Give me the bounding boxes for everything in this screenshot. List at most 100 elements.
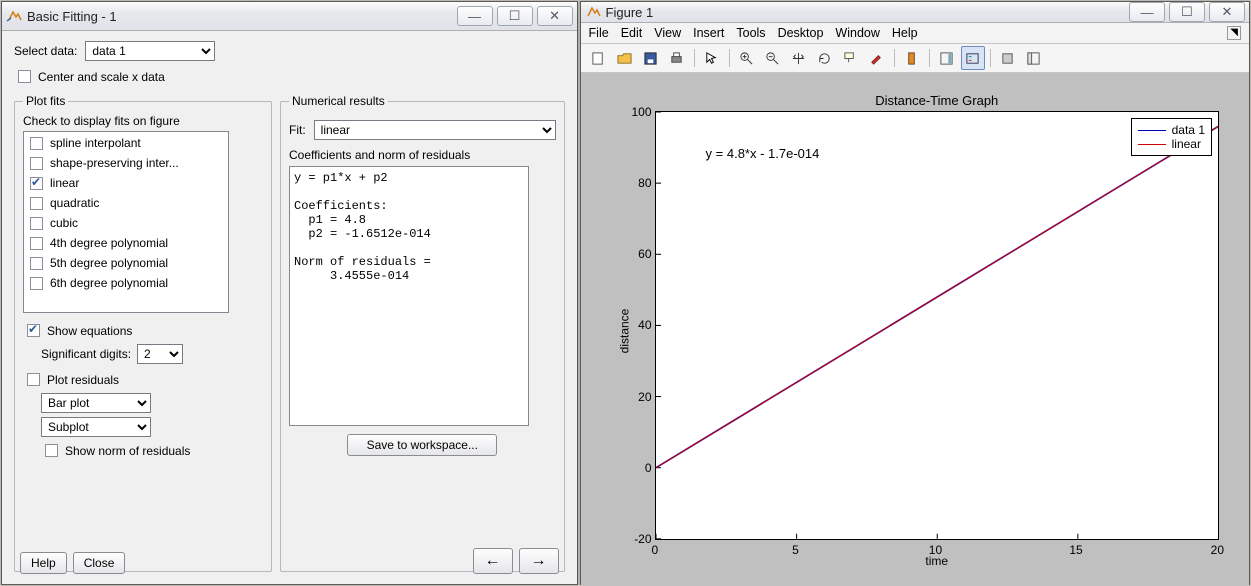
datatip-icon[interactable] xyxy=(839,46,863,70)
fit-check-shape[interactable] xyxy=(30,157,43,170)
numerical-results-group: Numerical results Fit: linear Coefficien… xyxy=(280,94,565,572)
center-scale-checkbox[interactable]: Center and scale x data xyxy=(14,67,565,86)
sig-digits-label: Significant digits: xyxy=(41,347,131,361)
list-item: spline interpolant xyxy=(26,133,226,153)
center-scale-input[interactable] xyxy=(18,70,31,83)
list-item: cubic xyxy=(26,213,226,233)
minimize-button[interactable]: — xyxy=(457,6,493,26)
ytick: 0 xyxy=(626,461,652,475)
figure-titlebar[interactable]: Figure 1 — ☐ ✕ xyxy=(581,2,1249,23)
fig-minimize-button[interactable]: — xyxy=(1129,2,1165,22)
close-button[interactable]: Close xyxy=(73,552,126,574)
residual-location-dropdown[interactable]: Subplot xyxy=(41,417,151,437)
save-workspace-button[interactable]: Save to workspace... xyxy=(347,434,497,456)
open-icon[interactable] xyxy=(613,46,637,70)
numerical-results-legend: Numerical results xyxy=(289,94,388,108)
colorbar-icon[interactable] xyxy=(935,46,959,70)
fits-listbox[interactable]: spline interpolant shape-preserving inte… xyxy=(23,131,229,313)
xtick: 10 xyxy=(929,543,942,557)
fit-check-5th[interactable] xyxy=(30,257,43,270)
show-norm-input[interactable] xyxy=(45,444,58,457)
plot-residuals-checkbox[interactable]: Plot residuals xyxy=(23,370,263,389)
show-equations-input[interactable] xyxy=(27,324,40,337)
figure-toolbar xyxy=(581,44,1249,73)
menu-file[interactable]: File xyxy=(589,26,609,40)
fit-label: Fit: xyxy=(289,123,306,137)
menu-edit[interactable]: Edit xyxy=(621,26,643,40)
maximize-button[interactable]: ☐ xyxy=(497,6,533,26)
list-item: 4th degree polynomial xyxy=(26,233,226,253)
menu-tools[interactable]: Tools xyxy=(736,26,765,40)
show-tools-icon[interactable] xyxy=(1022,46,1046,70)
fit-check-linear[interactable] xyxy=(30,177,43,190)
print-icon[interactable] xyxy=(665,46,689,70)
matlab-icon xyxy=(6,8,22,24)
figure-window: Figure 1 — ☐ ✕ File Edit View Insert Too… xyxy=(580,1,1250,585)
ytick: 60 xyxy=(626,247,652,261)
close-window-button[interactable]: ✕ xyxy=(537,6,573,26)
fit-check-cubic[interactable] xyxy=(30,217,43,230)
plot-fits-group: Plot fits Check to display fits on figur… xyxy=(14,94,272,572)
fit-dropdown[interactable]: linear xyxy=(314,120,556,140)
show-equations-checkbox[interactable]: Show equations xyxy=(23,321,263,340)
fit-check-6th[interactable] xyxy=(30,277,43,290)
show-norm-checkbox[interactable]: Show norm of residuals xyxy=(41,441,263,460)
rotate-icon[interactable] xyxy=(813,46,837,70)
list-item: linear xyxy=(26,173,226,193)
sig-digits-dropdown[interactable]: 2 xyxy=(137,344,183,364)
select-data-dropdown[interactable]: data 1 xyxy=(85,41,215,61)
chart-legend[interactable]: data 1 linear xyxy=(1131,118,1212,156)
ytick: 40 xyxy=(626,318,652,332)
fitting-titlebar[interactable]: Basic Fitting - 1 — ☐ ✕ xyxy=(2,2,577,31)
dock-controls-icon[interactable]: ◥ xyxy=(1227,26,1241,40)
legend-toggle-icon[interactable] xyxy=(961,46,985,70)
results-textbox[interactable]: y = p1*x + p2 Coefficients: p1 = 4.8 p2 … xyxy=(289,166,529,426)
save-icon[interactable] xyxy=(639,46,663,70)
check-to-display-label: Check to display fits on figure xyxy=(23,114,263,128)
figure-window-controls: — ☐ ✕ xyxy=(1129,2,1245,22)
xtick: 5 xyxy=(792,543,799,557)
ytick: 20 xyxy=(626,390,652,404)
select-data-label: Select data: xyxy=(14,44,77,58)
zoom-in-icon[interactable] xyxy=(735,46,759,70)
chart-axes[interactable]: 100 80 60 40 20 0 -20 0 5 10 15 20 y = 4… xyxy=(655,111,1219,540)
menu-insert[interactable]: Insert xyxy=(693,26,724,40)
fitting-title: Basic Fitting - 1 xyxy=(27,9,457,24)
fitting-window-controls: — ☐ ✕ xyxy=(457,6,573,26)
list-item: 6th degree polynomial xyxy=(26,273,226,293)
legend-swatch-data1 xyxy=(1138,130,1166,131)
plot-fits-legend: Plot fits xyxy=(23,94,68,108)
pan-icon[interactable] xyxy=(787,46,811,70)
help-button[interactable]: Help xyxy=(20,552,67,574)
ytick: -20 xyxy=(626,532,652,546)
pointer-icon[interactable] xyxy=(700,46,724,70)
menu-window[interactable]: Window xyxy=(835,26,879,40)
brush-icon[interactable] xyxy=(865,46,889,70)
prev-panel-button[interactable]: ← xyxy=(473,548,513,574)
menu-help[interactable]: Help xyxy=(892,26,918,40)
fit-check-4th[interactable] xyxy=(30,237,43,250)
figure-title: Figure 1 xyxy=(606,5,1129,20)
xtick: 0 xyxy=(652,543,659,557)
list-item: quadratic xyxy=(26,193,226,213)
menu-desktop[interactable]: Desktop xyxy=(778,26,824,40)
new-figure-icon[interactable] xyxy=(587,46,611,70)
next-panel-button[interactable]: → xyxy=(519,548,559,574)
legend-swatch-linear xyxy=(1138,144,1166,145)
menu-view[interactable]: View xyxy=(654,26,681,40)
plot-residuals-input[interactable] xyxy=(27,373,40,386)
chart-title: Distance-Time Graph xyxy=(655,93,1219,108)
hide-tools-icon[interactable] xyxy=(996,46,1020,70)
legend-label: data 1 xyxy=(1172,123,1205,137)
fig-maximize-button[interactable]: ☐ xyxy=(1169,2,1205,22)
link-icon[interactable] xyxy=(900,46,924,70)
zoom-out-icon[interactable] xyxy=(761,46,785,70)
list-item: shape-preserving inter... xyxy=(26,153,226,173)
fit-check-spline[interactable] xyxy=(30,137,43,150)
ytick: 80 xyxy=(626,176,652,190)
fit-check-quadratic[interactable] xyxy=(30,197,43,210)
residual-plot-type-dropdown[interactable]: Bar plot xyxy=(41,393,151,413)
fig-close-button[interactable]: ✕ xyxy=(1209,2,1245,22)
xtick: 15 xyxy=(1069,543,1082,557)
matlab-figure-icon xyxy=(585,4,601,20)
